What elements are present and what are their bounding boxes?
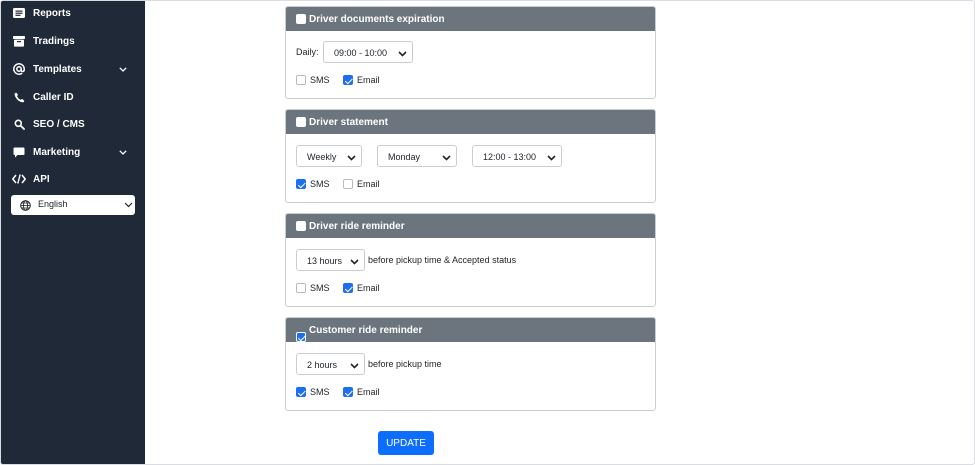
language-select[interactable]: English xyxy=(11,195,135,215)
sidebar-item-label: Reports xyxy=(33,7,71,19)
email-checkbox[interactable] xyxy=(343,75,353,85)
chevron-down-icon xyxy=(398,49,407,57)
enable-checkbox[interactable] xyxy=(296,221,306,231)
card-title: Driver statement xyxy=(309,117,388,128)
chevron-down-icon xyxy=(350,361,359,369)
sidebar-item-label: Templates xyxy=(33,63,82,75)
enable-checkbox[interactable] xyxy=(296,14,306,24)
card-title: Driver documents expiration xyxy=(309,14,445,25)
reports-icon xyxy=(12,6,26,20)
sidebar-item-label: SEO / CMS xyxy=(33,118,85,130)
chevron-down-icon[interactable] xyxy=(118,64,128,74)
phone-icon xyxy=(12,90,26,104)
hours-select[interactable]: 2 hours xyxy=(296,353,365,375)
select-value: Weekly xyxy=(307,152,337,162)
email-label: Email xyxy=(357,75,380,85)
select-value: 09:00 - 10:00 xyxy=(334,48,388,58)
sidebar-item-reports[interactable]: Reports xyxy=(1,1,145,25)
chevron-down-icon xyxy=(347,153,356,161)
sms-checkbox[interactable] xyxy=(296,179,306,189)
reminder-description: before pickup time xyxy=(368,359,442,369)
select-value: 12:00 - 13:00 xyxy=(483,152,537,162)
sms-label: SMS xyxy=(310,75,330,85)
language-label: English xyxy=(38,199,68,209)
code-icon xyxy=(12,172,26,186)
sms-label: SMS xyxy=(310,387,330,397)
app-window: Reports Tradings Templates Caller ID SEO… xyxy=(0,0,975,465)
card-driver-statement: Driver statement Weekly Monday 12:00 - 1… xyxy=(285,109,656,203)
sidebar-item-label: Marketing xyxy=(33,146,81,158)
chevron-down-icon xyxy=(442,153,451,161)
card-title: Driver ride reminder xyxy=(309,221,405,232)
sms-checkbox[interactable] xyxy=(296,283,306,293)
enable-checkbox[interactable] xyxy=(296,332,306,342)
select-value: 2 hours xyxy=(307,360,338,370)
sidebar-item-seo-cms[interactable]: SEO / CMS xyxy=(1,112,145,136)
chevron-down-icon[interactable] xyxy=(118,147,128,157)
hours-select[interactable]: 13 hours xyxy=(296,249,365,271)
schedule-label: Daily: xyxy=(296,47,319,57)
email-label: Email xyxy=(357,179,380,189)
day-select[interactable]: Monday xyxy=(377,145,457,167)
time-select[interactable]: 12:00 - 13:00 xyxy=(472,145,562,167)
sms-label: SMS xyxy=(310,179,330,189)
enable-checkbox[interactable] xyxy=(296,117,306,127)
chevron-down-icon xyxy=(350,257,359,265)
globe-icon xyxy=(20,200,31,211)
sidebar: Reports Tradings Templates Caller ID SEO… xyxy=(1,1,145,464)
sidebar-item-label: API xyxy=(33,173,50,185)
time-select[interactable]: 09:00 - 10:00 xyxy=(323,41,413,63)
sidebar-item-marketing[interactable]: Marketing xyxy=(1,140,145,164)
card-header: Driver statement xyxy=(286,110,655,134)
select-value: Monday xyxy=(388,152,421,162)
card-header: Driver ride reminder xyxy=(286,214,655,238)
sms-label: SMS xyxy=(310,283,330,293)
email-label: Email xyxy=(357,283,380,293)
search-icon xyxy=(12,117,26,131)
card-customer-ride-reminder: Customer ride reminder 2 hours before pi… xyxy=(285,317,656,411)
at-icon xyxy=(12,62,26,76)
sidebar-item-caller-id[interactable]: Caller ID xyxy=(1,85,145,109)
card-driver-documents-expiration: Driver documents expiration Daily: 09:00… xyxy=(285,6,656,99)
select-value: 13 hours xyxy=(307,256,343,266)
email-checkbox[interactable] xyxy=(343,179,353,189)
email-checkbox[interactable] xyxy=(343,387,353,397)
sidebar-item-label: Tradings xyxy=(33,35,75,47)
card-header: Customer ride reminder xyxy=(286,318,655,342)
email-label: Email xyxy=(357,387,380,397)
sms-checkbox[interactable] xyxy=(296,75,306,85)
tradings-icon xyxy=(12,34,26,48)
sidebar-item-templates[interactable]: Templates xyxy=(1,57,145,81)
card-driver-ride-reminder: Driver ride reminder 13 hours before pic… xyxy=(285,213,656,307)
email-checkbox[interactable] xyxy=(343,283,353,293)
sidebar-item-label: Caller ID xyxy=(33,91,74,103)
card-header: Driver documents expiration xyxy=(286,7,655,31)
frequency-select[interactable]: Weekly xyxy=(296,145,362,167)
sidebar-item-api[interactable]: API xyxy=(1,167,145,191)
chat-icon xyxy=(12,145,26,159)
reminder-description: before pickup time & Accepted status xyxy=(368,255,517,265)
chevron-down-icon xyxy=(124,200,134,210)
sidebar-item-tradings[interactable]: Tradings xyxy=(1,29,145,53)
sms-checkbox[interactable] xyxy=(296,387,306,397)
chevron-down-icon xyxy=(547,153,556,161)
update-button[interactable]: UPDATE xyxy=(378,431,434,455)
card-title: Customer ride reminder xyxy=(309,325,423,336)
